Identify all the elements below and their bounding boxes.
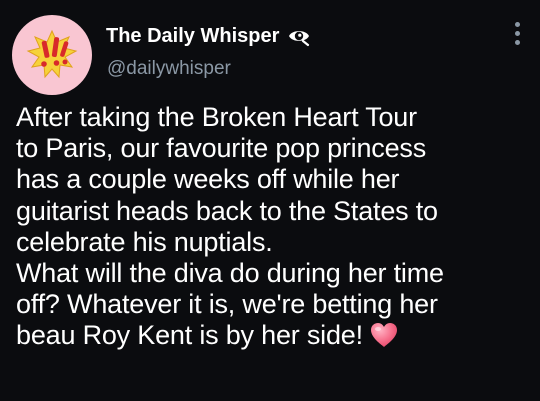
more-options-button[interactable] bbox=[508, 15, 526, 51]
tweet-line: off? Whatever it is, we're betting her bbox=[16, 289, 438, 320]
more-dot bbox=[514, 39, 520, 45]
avatar[interactable] bbox=[12, 15, 92, 95]
more-dot bbox=[514, 30, 520, 36]
tweet-line-last: beau Roy Kent is by her side! bbox=[16, 320, 531, 351]
tweet-line: to Paris, our favourite pop princess bbox=[16, 133, 427, 164]
tweet-line: After taking the Broken Heart Tour bbox=[16, 102, 417, 132]
tweet-text: After taking the Broken Heart Tour to Pa… bbox=[16, 102, 531, 352]
tweet-line: has a couple weeks off while her bbox=[16, 164, 400, 195]
more-vertical-icon bbox=[514, 21, 520, 27]
eye-icon bbox=[287, 25, 311, 47]
author-name-row: The Daily Whisper bbox=[106, 22, 311, 50]
tweet-line-text: beau Roy Kent is by her side! bbox=[16, 320, 363, 351]
tweet-line: guitarist heads back to the States to bbox=[16, 195, 438, 226]
tweet-line: celebrate his nuptials. bbox=[16, 226, 273, 257]
display-name[interactable]: The Daily Whisper bbox=[106, 25, 279, 48]
exclamation-splash-icon bbox=[26, 29, 78, 79]
tweet-card: The Daily Whisper @dailywhisper After ta… bbox=[0, 0, 540, 401]
tweet-line: What will the diva do during her time bbox=[16, 258, 444, 289]
author-handle[interactable]: @dailywhisper bbox=[107, 58, 231, 80]
pink-heart-icon bbox=[369, 321, 399, 349]
